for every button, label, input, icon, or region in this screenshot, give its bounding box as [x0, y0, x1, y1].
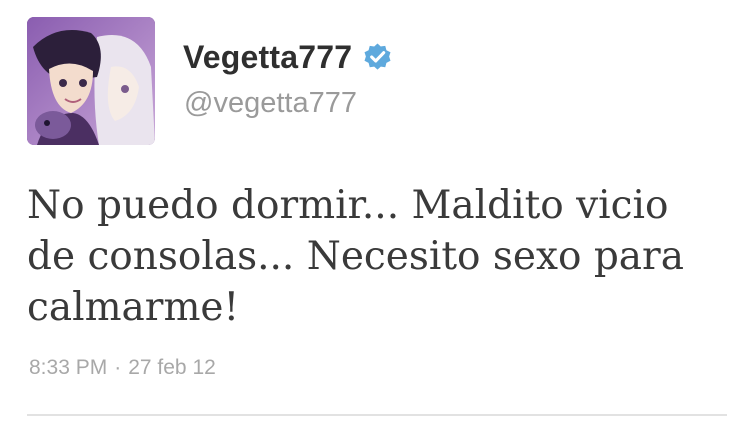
divider	[27, 414, 727, 416]
avatar[interactable]	[27, 17, 155, 145]
verified-badge-icon	[362, 42, 393, 73]
tweet-time: 8:33 PM	[29, 356, 108, 379]
tweet-date: 27 feb 12	[128, 356, 216, 379]
timestamp-separator: ·	[114, 356, 122, 379]
tweet-timestamp[interactable]: 8:33 PM · 27 feb 12	[29, 356, 216, 380]
display-name[interactable]: Vegetta777	[183, 39, 352, 76]
display-name-row: Vegetta777	[183, 35, 393, 79]
tweet-card: Vegetta777 @vegetta777 No puedo dormir..…	[0, 0, 750, 422]
user-handle[interactable]: @vegetta777	[184, 87, 357, 120]
anime-character-avatar-icon	[27, 17, 155, 145]
tweet-text: No puedo dormir... Maldito vicio de cons…	[27, 183, 684, 330]
